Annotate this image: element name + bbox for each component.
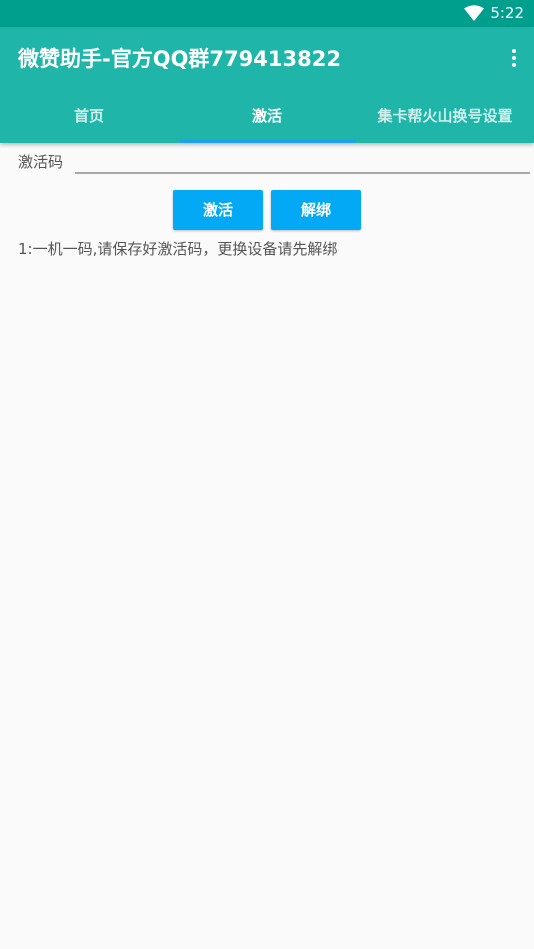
tab-jikabang-settings[interactable]: 集卡帮火山换号设置 <box>356 91 534 143</box>
app-title: 微赞助手-官方QQ群779413822 <box>18 47 341 71</box>
tab-indicator <box>180 140 356 143</box>
status-bar: 5:22 <box>0 0 534 27</box>
status-time: 5:22 <box>490 4 524 22</box>
app-bar: 微赞助手-官方QQ群779413822 首页 激活 集卡帮火山换号设置 <box>0 27 534 143</box>
tab-bar: 首页 激活 集卡帮火山换号设置 <box>0 91 534 143</box>
unbind-button[interactable]: 解绑 <box>271 190 361 230</box>
activation-note: 1:一机一码,请保存好激活码，更换设备请先解绑 <box>18 240 338 258</box>
wifi-icon <box>464 5 484 21</box>
more-vert-icon[interactable] <box>508 47 520 71</box>
tab-activate[interactable]: 激活 <box>178 91 356 143</box>
activate-button[interactable]: 激活 <box>173 190 263 230</box>
tab-home[interactable]: 首页 <box>0 91 178 143</box>
activation-code-label: 激活码 <box>18 153 64 171</box>
activation-code-input[interactable] <box>75 150 530 174</box>
